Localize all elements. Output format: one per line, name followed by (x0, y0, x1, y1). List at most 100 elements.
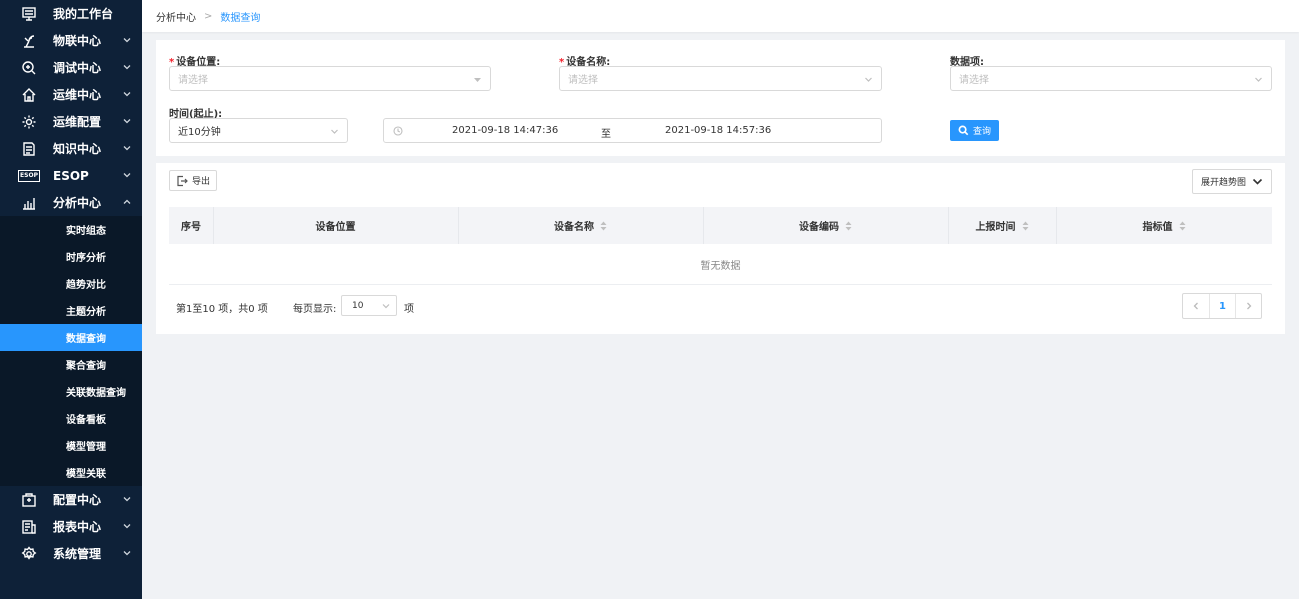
settings-icon (20, 545, 38, 562)
sidebar-subitem-model-link[interactable]: 模型关联 (0, 459, 142, 486)
debug-search-icon (20, 60, 38, 76)
sidebar-subitem-aggregate[interactable]: 聚合查询 (0, 351, 142, 378)
chevron-down-icon (122, 548, 132, 558)
chevron-left-icon (1193, 302, 1198, 310)
bar-chart-icon (20, 195, 38, 211)
chevron-down-icon (122, 89, 132, 99)
sidebar-item-label: 报表中心 (53, 520, 102, 534)
column-report-time-label: 上报时间 (975, 222, 1016, 233)
sidebar-item-label: 分析中心 (53, 196, 102, 210)
column-location: 设备位置 (213, 207, 458, 244)
clock-icon (393, 126, 403, 136)
sort-icon[interactable] (1022, 221, 1029, 231)
query-button-label: 查询 (973, 127, 992, 137)
breadcrumb-root[interactable]: 分析中心 (156, 9, 196, 24)
sidebar-item-debug[interactable]: 调试中心 (0, 54, 142, 81)
sidebar-subitem-model-mgmt[interactable]: 模型管理 (0, 432, 142, 459)
filter-panel: * 设备位置: 请选择 * 设备名称: 请选择 数据项: 请选择 时间(起止): 近… (156, 40, 1285, 156)
column-value-label: 指标值 (1142, 222, 1173, 233)
device-name-select[interactable]: 请选择 (559, 66, 882, 91)
sidebar-subitem-data-query[interactable]: 数据查询 (0, 324, 142, 351)
sidebar-subitem-topic[interactable]: 主题分析 (0, 297, 142, 324)
sidebar-item-label: ESOP (53, 168, 89, 183)
chevron-down-icon (122, 62, 132, 72)
sidebar-item-workbench[interactable]: 我的工作台 (0, 0, 142, 27)
home-tool-icon (20, 87, 38, 103)
time-range-picker[interactable]: 2021-09-18 14:47:36 至 2021-09-18 14:57:3… (383, 118, 882, 143)
chevron-up-icon (122, 197, 132, 207)
export-button[interactable]: 导出 (169, 170, 218, 191)
sidebar-item-report[interactable]: 报表中心 (0, 513, 142, 540)
range-separator: 至 (601, 129, 611, 140)
column-report-time[interactable]: 上报时间 (948, 207, 1056, 244)
sidebar-item-ops[interactable]: 运维中心 (0, 81, 142, 108)
export-icon (177, 175, 188, 186)
sidebar-item-label: 物联中心 (53, 34, 102, 48)
time-preset-value: 近10分钟 (178, 127, 221, 138)
sidebar-subitem-timeseries[interactable]: 时序分析 (0, 243, 142, 270)
location-select[interactable]: 请选择 (169, 66, 491, 91)
chevron-down-icon (1254, 75, 1263, 84)
sidebar-item-system[interactable]: 系统管理 (0, 540, 142, 567)
sidebar-subitem-realtime[interactable]: 实时组态 (0, 216, 142, 243)
desktop-icon (20, 6, 38, 22)
gear-icon (20, 114, 38, 130)
esop-icon: ESOP (18, 168, 40, 184)
caret-down-icon (473, 75, 482, 84)
chevron-down-icon (864, 75, 873, 84)
prev-page-button[interactable] (1183, 294, 1209, 318)
next-page-button[interactable] (1235, 294, 1261, 318)
export-button-label: 导出 (192, 177, 211, 187)
sidebar-item-iot[interactable]: 物联中心 (0, 27, 142, 54)
sidebar-subitem-trend[interactable]: 趋势对比 (0, 270, 142, 297)
chevron-down-icon (1252, 178, 1263, 185)
sort-icon[interactable] (1179, 221, 1186, 231)
time-preset-select[interactable]: 近10分钟 (169, 118, 348, 143)
page-size-unit: 项 (404, 304, 414, 315)
sidebar-item-label: 运维中心 (53, 88, 102, 102)
page-size-select[interactable]: 10 (341, 295, 397, 316)
column-index: 序号 (169, 207, 213, 244)
breadcrumb-current: 数据查询 (220, 12, 261, 24)
breadcrumb: 分析中心 > 数据查询 (142, 0, 1299, 32)
sidebar-item-ops-config[interactable]: 运维配置 (0, 108, 142, 135)
expand-trend-label: 展开趋势图 (1200, 178, 1246, 188)
result-panel: 导出 展开趋势图 序号 设备位置 设备名称 设备编码 上报时间 指标值 暂无数据 (156, 163, 1285, 334)
sidebar-item-knowledge[interactable]: 知识中心 (0, 135, 142, 162)
data-table: 序号 设备位置 设备名称 设备编码 上报时间 指标值 暂无数据 (169, 207, 1272, 285)
device-name-placeholder: 请选择 (568, 75, 598, 86)
sidebar-item-label: 系统管理 (53, 547, 102, 561)
sidebar-subitem-dashboard[interactable]: 设备看板 (0, 405, 142, 432)
chevron-right-icon (1246, 302, 1251, 310)
config-box-icon (20, 492, 38, 508)
chevron-down-icon (122, 35, 132, 45)
satellite-icon (20, 33, 38, 49)
book-icon (20, 141, 38, 157)
chevron-down-icon (122, 494, 132, 504)
sidebar-item-analysis[interactable]: 分析中心 (0, 189, 142, 216)
column-location-label: 设备位置 (315, 222, 356, 233)
column-device-code-label: 设备编码 (799, 222, 839, 233)
query-button[interactable]: 查询 (950, 120, 1000, 141)
expand-trend-button[interactable]: 展开趋势图 (1191, 169, 1272, 194)
column-index-label: 序号 (181, 222, 201, 233)
column-device-code[interactable]: 设备编码 (703, 207, 948, 244)
analysis-submenu: 实时组态 时序分析 趋势对比 主题分析 数据查询 聚合查询 关联数据查询 设备看… (0, 216, 142, 486)
page-1-button[interactable]: 1 (1209, 294, 1235, 318)
sidebar-item-esop[interactable]: ESOP ESOP (0, 162, 142, 189)
sidebar-subitem-related[interactable]: 关联数据查询 (0, 378, 142, 405)
esop-badge-text: ESOP (18, 169, 40, 182)
empty-text: 暂无数据 (700, 260, 741, 272)
sort-icon[interactable] (600, 221, 607, 231)
page-size-label: 每页显示: (293, 304, 337, 315)
column-device-name[interactable]: 设备名称 (458, 207, 703, 244)
end-time[interactable]: 2021-09-18 14:57:36 (665, 125, 771, 136)
start-time[interactable]: 2021-09-18 14:47:36 (452, 125, 558, 136)
sort-icon[interactable] (845, 221, 852, 231)
location-placeholder: 请选择 (178, 75, 208, 86)
column-value[interactable]: 指标值 (1056, 207, 1272, 244)
data-item-placeholder: 请选择 (959, 75, 989, 86)
pagination: 1 (1182, 293, 1262, 319)
data-item-select[interactable]: 请选择 (950, 66, 1272, 91)
sidebar-item-config[interactable]: 配置中心 (0, 486, 142, 513)
